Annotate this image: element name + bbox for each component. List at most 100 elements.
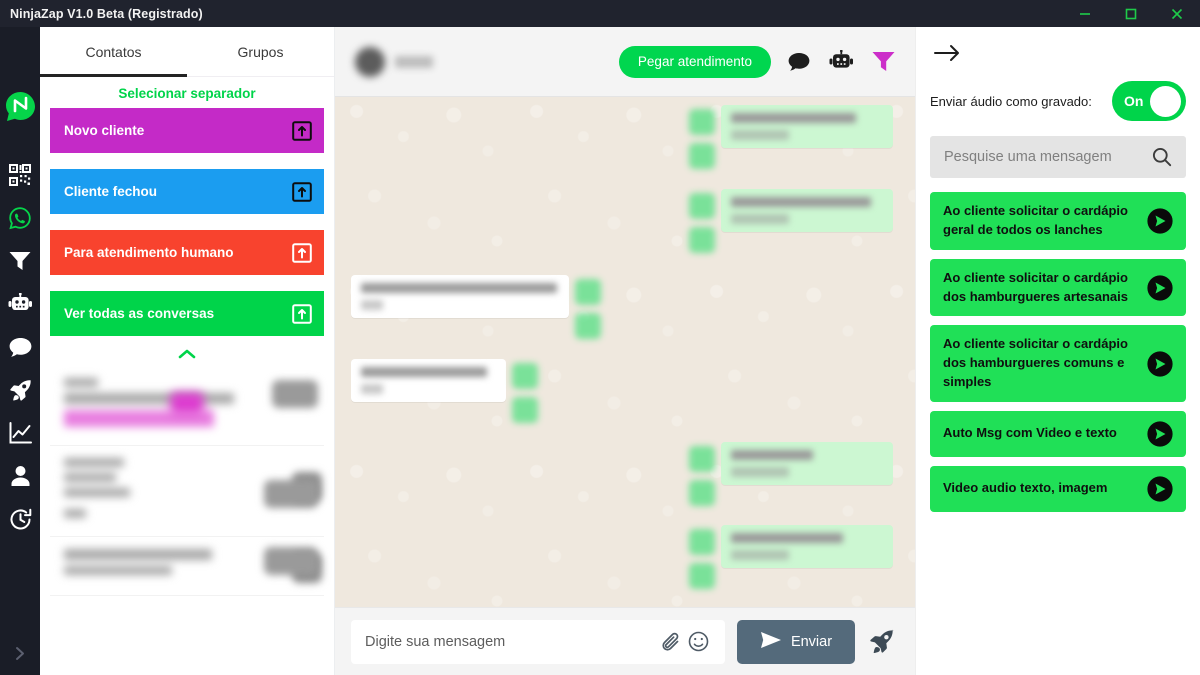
chat-header: Pegar atendimento	[335, 27, 915, 97]
message-actions[interactable]	[689, 189, 715, 253]
message-action-icon[interactable]	[689, 446, 715, 472]
separator-ver-todas-as-conversas[interactable]: Ver todas as conversas	[50, 291, 324, 336]
separator-label: Cliente fechou	[64, 184, 158, 199]
message-bubble-redacted	[351, 359, 506, 402]
open-external-icon[interactable]	[292, 120, 312, 141]
message-row-incoming	[351, 275, 601, 339]
history-clock-icon[interactable]	[7, 506, 33, 532]
message-action-icon[interactable]	[512, 397, 538, 423]
send-button[interactable]: Enviar	[737, 619, 855, 664]
open-external-icon[interactable]	[292, 303, 312, 324]
message-action-icon[interactable]	[689, 227, 715, 253]
message-action-icon[interactable]	[689, 529, 715, 555]
search-message-field[interactable]: Pesquise uma mensagem	[930, 136, 1186, 178]
close-button[interactable]	[1154, 0, 1200, 27]
arrow-right-icon[interactable]	[934, 43, 960, 69]
chat-bubble-icon[interactable]	[7, 334, 33, 360]
chart-line-icon[interactable]	[7, 420, 33, 446]
contact-badge-redacted	[264, 547, 318, 575]
ninjazap-logo-icon	[5, 91, 36, 122]
pegar-atendimento-button[interactable]: Pegar atendimento	[618, 45, 771, 78]
open-external-icon[interactable]	[292, 181, 312, 202]
robot-icon[interactable]	[7, 291, 33, 317]
message-action-icon[interactable]	[512, 363, 538, 389]
message-input-placeholder[interactable]: Digite sua mensagem	[365, 634, 659, 650]
send-circle-icon[interactable]	[1147, 351, 1173, 377]
tab-contatos[interactable]: Contatos	[40, 27, 187, 77]
send-audio-toggle[interactable]: On	[1112, 81, 1186, 121]
list-item[interactable]	[50, 446, 324, 537]
open-external-icon[interactable]	[292, 242, 312, 263]
rail-expand-button[interactable]	[0, 646, 40, 661]
message-action-icon[interactable]	[689, 109, 715, 135]
contact-info-redacted	[64, 549, 284, 581]
qr-code-icon[interactable]	[7, 162, 33, 188]
separator-cliente-fechou[interactable]: Cliente fechou	[50, 169, 324, 214]
message-bubble-redacted	[721, 525, 893, 568]
separator-novo-cliente[interactable]: Novo cliente	[50, 108, 324, 153]
quick-message-item[interactable]: Auto Msg com Video e texto	[930, 410, 1186, 457]
rocket-icon[interactable]	[867, 627, 897, 657]
send-circle-icon[interactable]	[1147, 208, 1173, 234]
contact-badge-redacted	[264, 480, 318, 508]
toggle-state-label: On	[1124, 93, 1144, 109]
smiley-icon[interactable]	[685, 629, 711, 655]
funnel-icon[interactable]	[7, 248, 33, 274]
message-actions[interactable]	[689, 105, 715, 169]
chat-bubble-icon[interactable]	[785, 48, 813, 76]
message-actions[interactable]	[689, 525, 715, 589]
message-row-outgoing	[689, 189, 893, 253]
person-icon[interactable]	[7, 463, 33, 489]
quick-message-text: Ao cliente solicitar o cardápio dos hamb…	[943, 336, 1128, 390]
maximize-button[interactable]	[1108, 0, 1154, 27]
quick-message-text: Auto Msg com Video e texto	[943, 425, 1117, 441]
separator-para-atendimento-humano[interactable]: Para atendimento humano	[50, 230, 324, 275]
message-action-icon[interactable]	[689, 480, 715, 506]
paperclip-icon[interactable]	[659, 629, 685, 655]
quick-message-item[interactable]: Ao cliente solicitar o cardápio geral de…	[930, 192, 1186, 250]
separator-collapse-button[interactable]	[40, 348, 334, 362]
message-input-wrapper[interactable]: Digite sua mensagem	[351, 619, 725, 664]
search-icon[interactable]	[1152, 147, 1172, 167]
list-item[interactable]	[50, 366, 324, 446]
sidebar-rail-icons	[7, 162, 33, 532]
funnel-icon[interactable]	[869, 48, 897, 76]
message-action-icon[interactable]	[689, 563, 715, 589]
list-item[interactable]	[50, 537, 324, 596]
rocket-icon[interactable]	[7, 377, 33, 403]
contact-list[interactable]	[40, 366, 334, 675]
message-bubble-redacted	[721, 105, 893, 148]
message-action-icon[interactable]	[575, 313, 601, 339]
message-bubble-redacted	[351, 275, 569, 318]
minimize-button[interactable]	[1062, 0, 1108, 27]
message-action-icon[interactable]	[689, 193, 715, 219]
whatsapp-icon[interactable]	[7, 205, 33, 231]
quick-message-item[interactable]: Ao cliente solicitar o cardápio dos hamb…	[930, 325, 1186, 402]
separator-label: Para atendimento humano	[64, 245, 234, 260]
quick-message-list: Ao cliente solicitar o cardápio geral de…	[930, 192, 1186, 512]
robot-icon[interactable]	[827, 48, 855, 76]
message-bubble-redacted	[721, 189, 893, 232]
message-row-outgoing	[689, 525, 893, 589]
message-actions[interactable]	[575, 275, 601, 339]
send-circle-icon[interactable]	[1147, 421, 1173, 447]
quick-message-text: Video audio texto, imagem	[943, 480, 1108, 496]
quick-messages-panel: Enviar áudio como gravado: On Pesquise u…	[915, 27, 1200, 675]
search-input-placeholder[interactable]: Pesquise uma mensagem	[944, 149, 1152, 165]
send-circle-icon[interactable]	[1147, 476, 1173, 502]
message-action-icon[interactable]	[689, 143, 715, 169]
message-actions[interactable]	[689, 442, 715, 506]
quick-message-text: Ao cliente solicitar o cardápio dos hamb…	[943, 269, 1128, 304]
tab-grupos[interactable]: Grupos	[187, 27, 334, 76]
quick-message-item[interactable]: Ao cliente solicitar o cardápio dos hamb…	[930, 258, 1186, 317]
quick-message-item[interactable]: Video audio texto, imagem	[930, 465, 1186, 512]
message-actions[interactable]	[512, 359, 538, 423]
contact-name-redacted	[395, 55, 433, 68]
message-bubble-redacted	[721, 442, 893, 485]
avatar	[355, 46, 385, 77]
message-list[interactable]	[335, 97, 915, 607]
contacts-tabs: Contatos Grupos	[40, 27, 334, 77]
send-circle-icon[interactable]	[1147, 274, 1173, 301]
sidebar-rail	[0, 27, 40, 675]
message-action-icon[interactable]	[575, 279, 601, 305]
